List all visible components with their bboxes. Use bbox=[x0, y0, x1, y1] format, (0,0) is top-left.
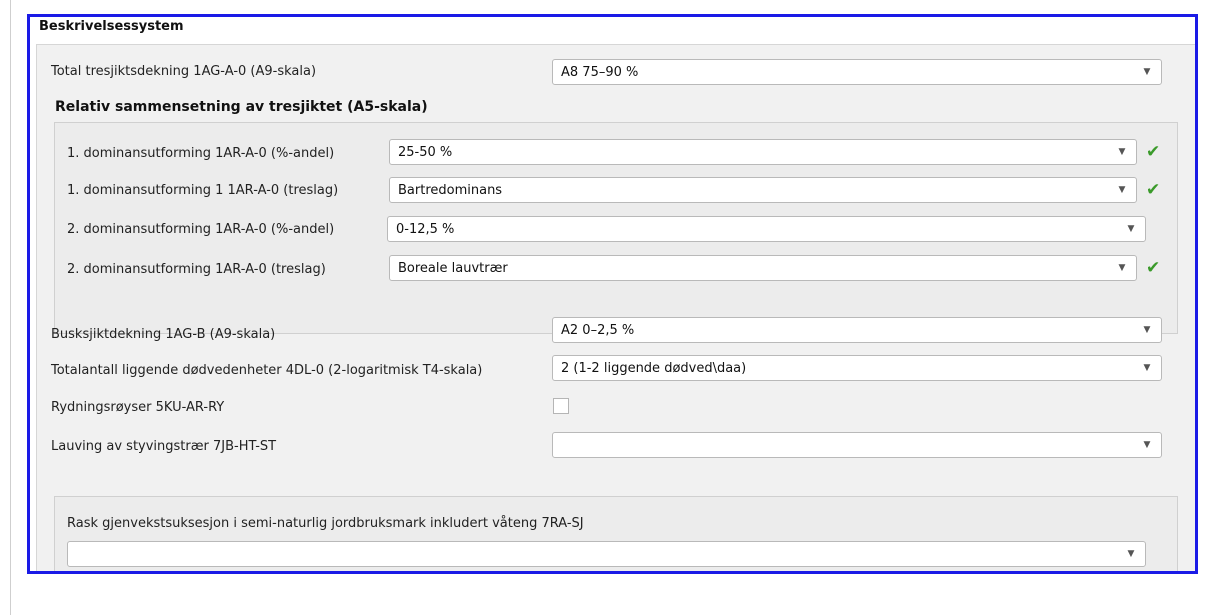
busksjikt-value: A2 0–2,5 % bbox=[561, 322, 635, 338]
dom2-treslag-label: 2. dominansutforming 1AR-A-0 (treslag) bbox=[67, 262, 326, 277]
dodved-select[interactable]: 2 (1-2 liggende dødved\daa) ▼ bbox=[552, 355, 1162, 381]
relativ-sammensetning-title: Relativ sammensetning av tresjiktet (A5-… bbox=[55, 99, 428, 115]
checkmark-icon: ✔ bbox=[1146, 258, 1161, 278]
dom1-treslag-value: Bartredominans bbox=[398, 182, 503, 198]
rydning-checkbox[interactable] bbox=[553, 398, 569, 414]
dom1-andel-label: 1. dominansutforming 1AR-A-0 (%-andel) bbox=[67, 146, 335, 161]
lauving-label: Lauving av styvingstrær 7JB-HT-ST bbox=[51, 439, 277, 454]
group-title: Beskrivelsessystem bbox=[39, 19, 184, 34]
dom2-treslag-select[interactable]: Boreale lauvtrær ▼ bbox=[389, 255, 1137, 281]
left-divider bbox=[10, 0, 11, 615]
checkmark-icon: ✔ bbox=[1146, 142, 1161, 162]
rydning-label: Rydningsrøyser 5KU-AR-RY bbox=[51, 400, 225, 415]
chevron-down-icon: ▼ bbox=[1143, 67, 1151, 77]
total-tresjikt-select[interactable]: A8 75–90 % ▼ bbox=[552, 59, 1162, 85]
checkmark-icon: ✔ bbox=[1146, 180, 1161, 200]
dom1-treslag-select[interactable]: Bartredominans ▼ bbox=[389, 177, 1137, 203]
dodved-value: 2 (1-2 liggende dødved\daa) bbox=[561, 360, 747, 376]
dom1-andel-select[interactable]: 25-50 % ▼ bbox=[389, 139, 1137, 165]
busksjikt-label: Busksjiktdekning 1AG-B (A9-skala) bbox=[51, 327, 276, 342]
chevron-down-icon: ▼ bbox=[1118, 263, 1126, 273]
chevron-down-icon: ▼ bbox=[1127, 549, 1135, 559]
chevron-down-icon: ▼ bbox=[1143, 363, 1151, 373]
dom2-treslag-value: Boreale lauvtrær bbox=[398, 260, 508, 276]
dodved-label: Totalantall liggende dødvedenheter 4DL-0… bbox=[51, 363, 483, 378]
chevron-down-icon: ▼ bbox=[1118, 147, 1126, 157]
chevron-down-icon: ▼ bbox=[1118, 185, 1126, 195]
total-tresjikt-label: Total tresjiktsdekning 1AG-A-0 (A9-skala… bbox=[51, 64, 317, 79]
dom2-andel-value: 0-12,5 % bbox=[396, 221, 455, 237]
lauving-select[interactable]: ▼ bbox=[552, 432, 1162, 458]
rask-select[interactable]: ▼ bbox=[67, 541, 1146, 567]
dom2-andel-label: 2. dominansutforming 1AR-A-0 (%-andel) bbox=[67, 222, 335, 237]
rask-label: Rask gjenvekstsuksesjon i semi-naturlig … bbox=[67, 516, 584, 531]
dom1-andel-value: 25-50 % bbox=[398, 144, 453, 160]
chevron-down-icon: ▼ bbox=[1127, 224, 1135, 234]
dom1-treslag-label: 1. dominansutforming 1 1AR-A-0 (treslag) bbox=[67, 183, 339, 198]
dom2-andel-select[interactable]: 0-12,5 % ▼ bbox=[387, 216, 1146, 242]
chevron-down-icon: ▼ bbox=[1143, 325, 1151, 335]
chevron-down-icon: ▼ bbox=[1143, 440, 1151, 450]
busksjikt-select[interactable]: A2 0–2,5 % ▼ bbox=[552, 317, 1162, 343]
total-tresjikt-value: A8 75–90 % bbox=[561, 64, 639, 80]
